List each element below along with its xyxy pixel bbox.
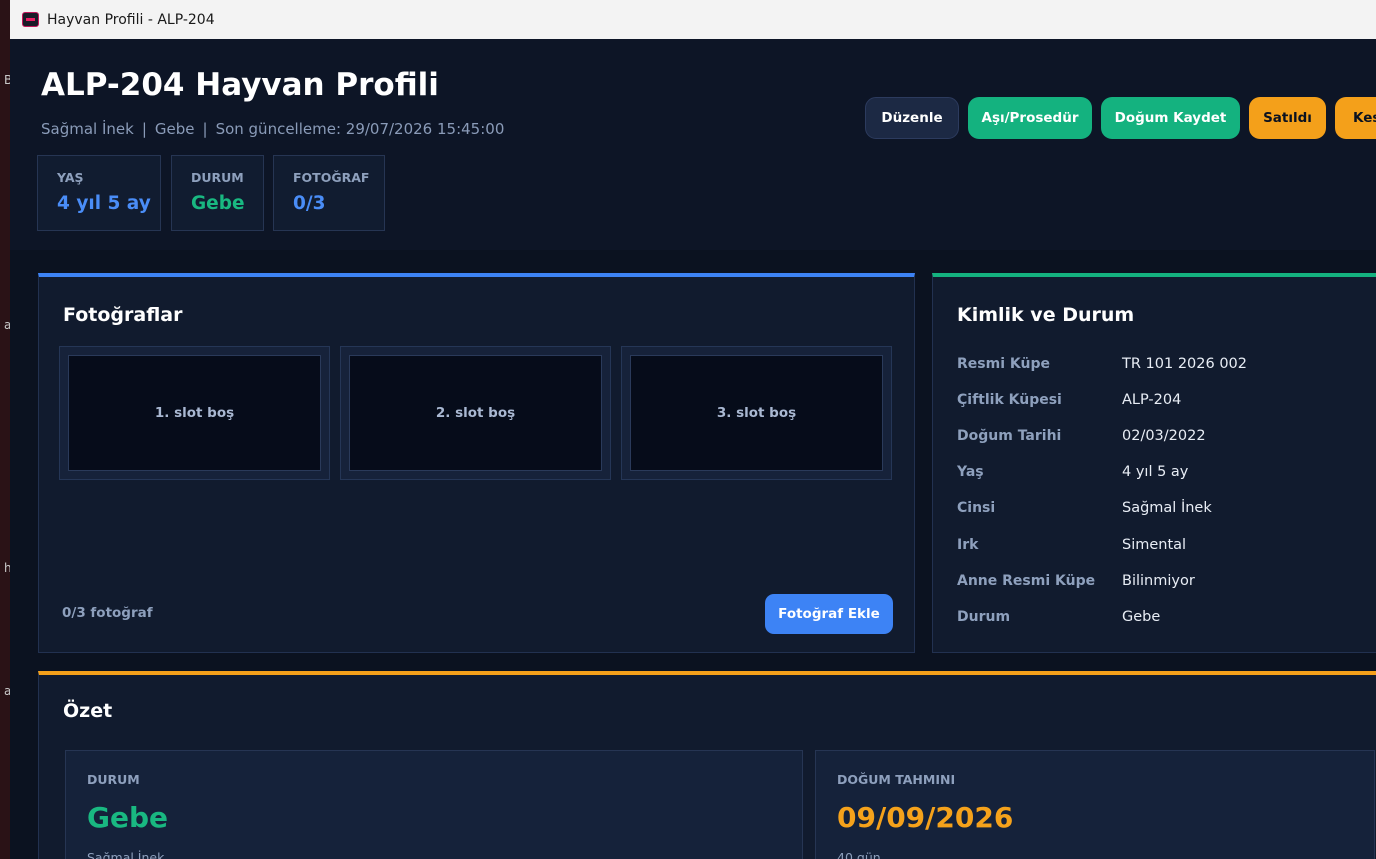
info-value: ALP-204 — [1122, 392, 1182, 408]
summary-subtext: Sağmal İnek — [87, 850, 165, 859]
stat-value: 0/3 — [293, 193, 326, 214]
action-bar: Düzenle Aşı/Prosedür Doğum Kaydet Satıld… — [865, 97, 1376, 139]
info-value: Sağmal İnek — [1122, 500, 1212, 516]
procedure-button[interactable]: Aşı/Prosedür — [968, 97, 1092, 139]
info-label: Resmi Küpe — [957, 356, 1050, 372]
stat-label: FOTOĞRAF — [293, 170, 370, 185]
slaughtered-button[interactable]: Kesildi — [1335, 97, 1376, 139]
sold-button[interactable]: Satıldı — [1249, 97, 1326, 139]
stat-photos: FOTOĞRAF 0/3 — [273, 155, 385, 231]
summary-value: Gebe — [87, 801, 169, 834]
profile-subtitle: Sağmal İnek | Gebe | Son güncelleme: 29/07/2… — [41, 120, 504, 138]
subtitle-separator: | — [141, 120, 147, 138]
info-value: Simental — [1122, 537, 1187, 553]
summary-panel: Özet DURUM Gebe Sağmal İnek DOĞUM TAHMIN… — [38, 671, 1376, 859]
identity-title: Kimlik ve Durum — [957, 304, 1135, 326]
stat-value: Gebe — [191, 193, 245, 214]
info-value: 02/03/2022 — [1122, 428, 1206, 444]
photo-slot[interactable]: 3. slot boş — [621, 346, 892, 480]
photos-title: Fotoğraflar — [63, 304, 183, 326]
info-value: TR 101 2026 002 — [1122, 356, 1248, 372]
info-label: Anne Resmi Küpe — [957, 573, 1096, 589]
summary-label: DOĞUM TAHMINI — [837, 772, 956, 787]
photo-slot-label: 3. slot boş — [630, 355, 883, 471]
subtitle-separator: | — [202, 120, 208, 138]
title-bar[interactable]: Hayvan Profili - ALP-204 — [10, 0, 1376, 39]
info-label: Doğum Tarihi — [957, 428, 1062, 444]
info-label: Irk — [957, 537, 979, 553]
stat-status: DURUM Gebe — [171, 155, 264, 231]
add-photo-button[interactable]: Fotoğraf Ekle — [765, 594, 893, 634]
info-label: Çiftlik Küpesi — [957, 392, 1062, 408]
info-value: Gebe — [1122, 609, 1161, 625]
photo-slot[interactable]: 2. slot boş — [340, 346, 611, 480]
summary-value: 09/09/2026 — [837, 801, 1014, 834]
summary-card-birth-estimate: DOĞUM TAHMINI 09/09/2026 40 gün — [815, 750, 1375, 859]
stat-age: YAŞ 4 yıl 5 ay — [37, 155, 161, 231]
info-label: Yaş — [957, 464, 984, 480]
photo-slot-label: 1. slot boş — [68, 355, 321, 471]
window-title: Hayvan Profili - ALP-204 — [47, 11, 215, 28]
subtitle-breed: Sağmal İnek — [41, 120, 134, 138]
photos-panel: Fotoğraflar 1. slot boş 2. slot boş 3. s… — [38, 273, 915, 653]
stat-label: YAŞ — [57, 170, 84, 185]
photo-count: 0/3 fotoğraf — [62, 605, 153, 621]
subtitle-status: Gebe — [154, 120, 195, 138]
stat-label: DURUM — [191, 170, 244, 185]
identity-panel: Kimlik ve Durum Resmi Küpe TR 101 2026 0… — [932, 273, 1376, 653]
app-window: Hayvan Profili - ALP-204 ALP-204 Hayvan … — [10, 0, 1376, 859]
photo-slot[interactable]: 1. slot boş — [59, 346, 330, 480]
subtitle-updated: Son güncelleme: 29/07/2026 15:45:00 — [215, 120, 505, 138]
summary-title: Özet — [63, 700, 113, 722]
profile-header: ALP-204 Hayvan Profili Sağmal İnek | Gebe |… — [10, 39, 1376, 250]
info-label: Cinsi — [957, 500, 996, 516]
info-label: Durum — [957, 609, 1011, 625]
summary-subtext: 40 gün — [837, 850, 881, 859]
summary-card-status: DURUM Gebe Sağmal İnek — [65, 750, 803, 859]
record-birth-button[interactable]: Doğum Kaydet — [1101, 97, 1240, 139]
summary-label: DURUM — [87, 772, 140, 787]
photo-slot-label: 2. slot boş — [349, 355, 602, 471]
info-value: 4 yıl 5 ay — [1122, 464, 1189, 480]
stat-value: 4 yıl 5 ay — [57, 193, 151, 214]
info-value: Bilinmiyor — [1122, 573, 1195, 589]
edit-button[interactable]: Düzenle — [865, 97, 959, 139]
page-title: ALP-204 Hayvan Profili — [41, 67, 439, 103]
app-icon — [22, 12, 39, 27]
